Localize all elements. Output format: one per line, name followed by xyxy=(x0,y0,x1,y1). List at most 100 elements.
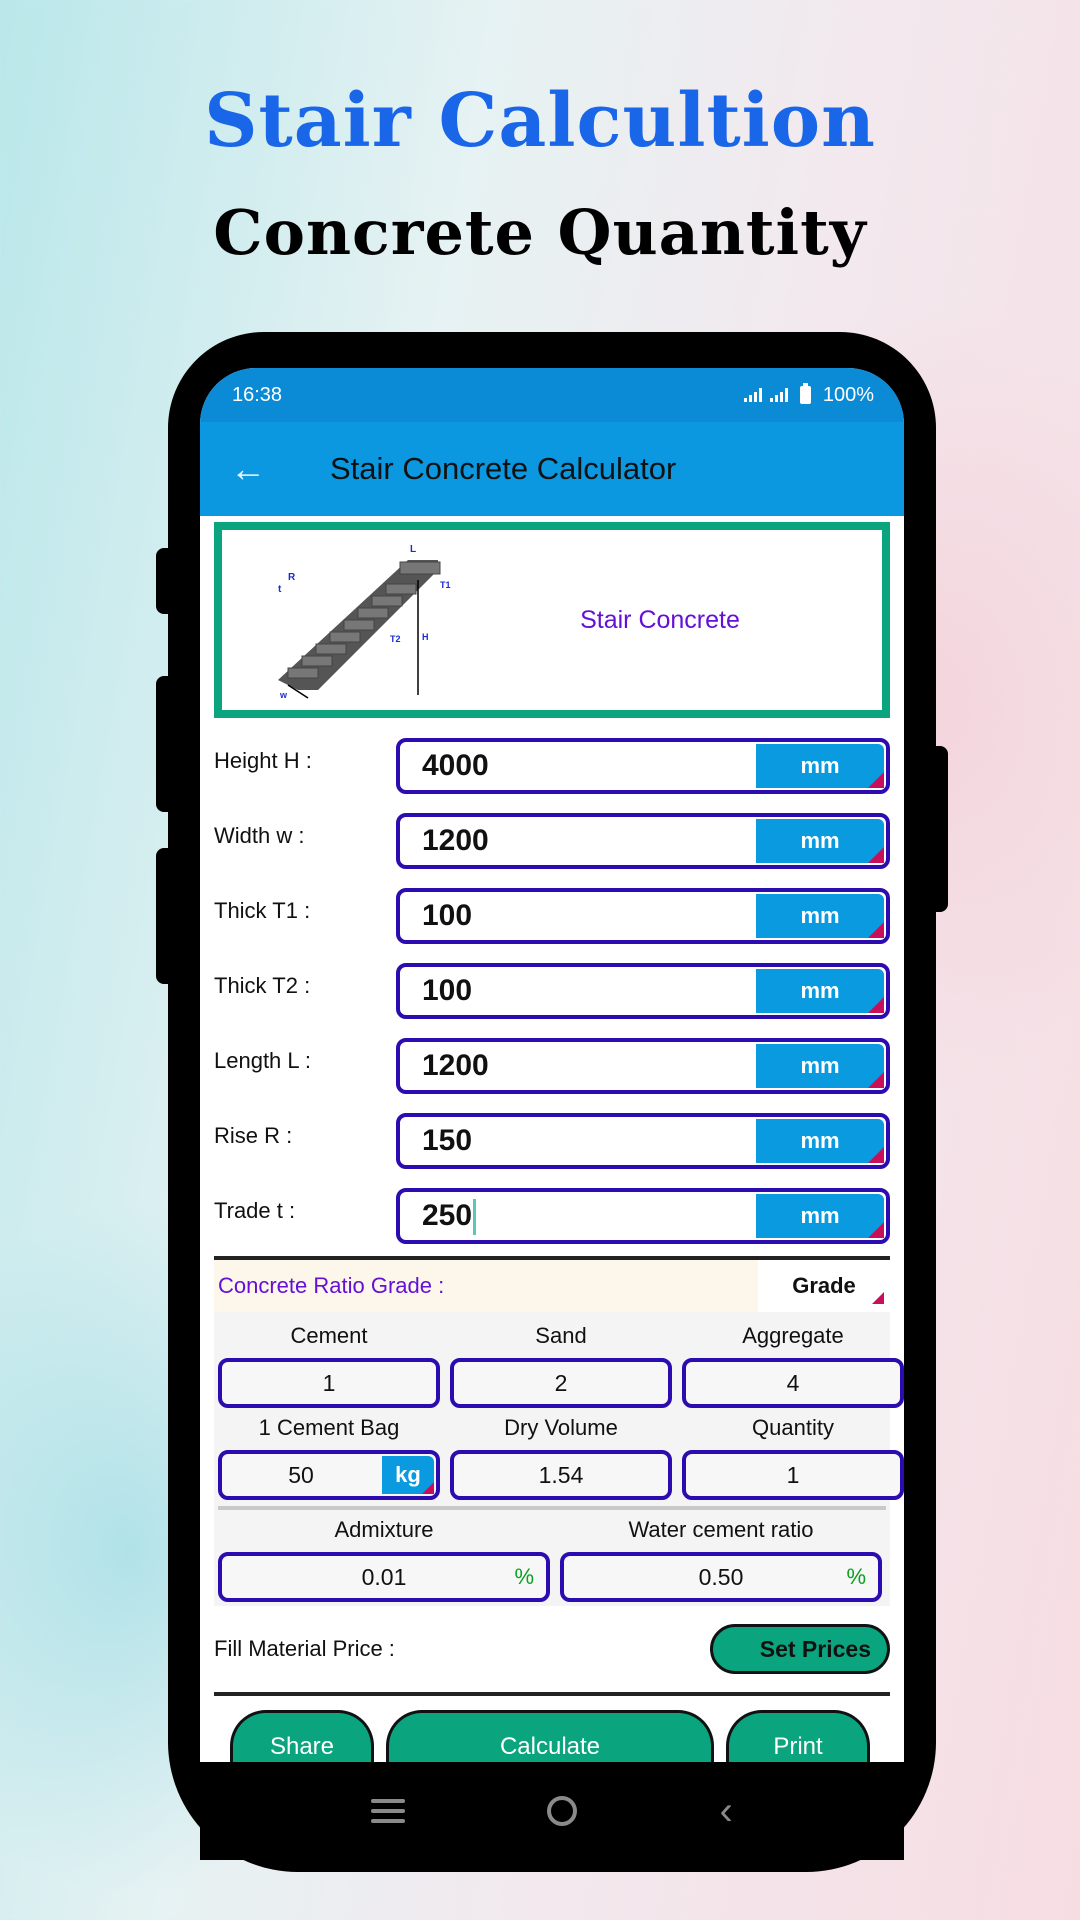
dropdown-corner-icon xyxy=(868,772,884,788)
promo-subtitle: Concrete Quantity xyxy=(213,196,867,269)
action-bar: Share Calculate Print xyxy=(214,1696,890,1762)
percent-label: % xyxy=(846,1564,866,1589)
battery-percent: 100% xyxy=(822,383,874,406)
dimension-value[interactable]: 1200 xyxy=(400,1042,756,1090)
unit-label: mm xyxy=(800,753,840,778)
dimension-value[interactable]: 100 xyxy=(400,892,756,940)
dropdown-corner-icon xyxy=(868,1222,884,1238)
unit-dropdown[interactable]: mm xyxy=(756,1194,884,1238)
svg-text:t: t xyxy=(278,584,282,595)
dimension-label: Width w : xyxy=(214,823,305,848)
unit-label: mm xyxy=(800,903,840,928)
cement-bag-input[interactable]: 50 kg xyxy=(218,1450,440,1500)
trade-value: 250 xyxy=(422,1199,473,1232)
dropdown-corner-icon xyxy=(868,922,884,938)
dropdown-corner-icon xyxy=(872,1292,884,1304)
page-title: Stair Concrete Calculator xyxy=(330,451,677,486)
rise-input[interactable]: 150 mm xyxy=(396,1113,890,1169)
admixture-input[interactable]: 0.01 % xyxy=(218,1552,550,1602)
dimension-row: Height H : 4000 mm xyxy=(214,738,890,813)
height-input[interactable]: 4000 mm xyxy=(396,738,890,794)
recent-apps-icon[interactable] xyxy=(371,1799,406,1823)
stair-banner: L R t T1 T2 H w Stair Concrete xyxy=(214,522,890,718)
home-icon[interactable] xyxy=(547,1796,578,1826)
back-arrow-icon[interactable]: ← xyxy=(230,449,270,489)
dropdown-corner-icon xyxy=(868,997,884,1013)
cement-bag-header: 1 Cement Bag xyxy=(258,1415,400,1440)
weight-unit-dropdown[interactable]: kg xyxy=(382,1456,434,1494)
dimension-label: Rise R : xyxy=(214,1123,293,1148)
dimension-label: Height H : xyxy=(214,748,312,773)
dimension-row: Thick T1 : 100 mm xyxy=(214,888,890,963)
promo-title: Stair Calcultion xyxy=(204,78,876,164)
dimension-label: Thick T1 : xyxy=(214,898,311,923)
sand-ratio-input[interactable]: 2 xyxy=(450,1358,672,1408)
grade-selected: Grade xyxy=(792,1273,856,1298)
app-bar: ← Stair Concrete Calculator xyxy=(200,422,904,516)
thick-t2-input[interactable]: 100 mm xyxy=(396,963,890,1019)
share-button[interactable]: Share xyxy=(230,1710,374,1762)
svg-text:R: R xyxy=(288,572,296,583)
quantity-input[interactable]: 1 xyxy=(682,1450,904,1500)
water-cement-header: Water cement ratio xyxy=(628,1517,814,1542)
trade-input[interactable]: 250 mm xyxy=(396,1188,890,1244)
calculate-button[interactable]: Calculate xyxy=(386,1710,714,1762)
dropdown-corner-icon xyxy=(422,1482,434,1494)
unit-dropdown[interactable]: mm xyxy=(756,894,884,938)
svg-text:T2: T2 xyxy=(390,634,401,644)
length-input[interactable]: 1200 mm xyxy=(396,1038,890,1094)
banner-label: Stair Concrete xyxy=(580,605,740,634)
admixture-header: Admixture xyxy=(334,1517,434,1542)
dimension-label: Thick T2 : xyxy=(214,973,311,998)
dimension-value[interactable]: 250 xyxy=(400,1192,756,1240)
dry-volume-input[interactable]: 1.54 xyxy=(450,1450,672,1500)
thick-t1-input[interactable]: 100 mm xyxy=(396,888,890,944)
dimension-row: Width w : 1200 mm xyxy=(214,813,890,888)
dimension-value[interactable]: 4000 xyxy=(400,742,756,790)
percent-label: % xyxy=(514,1564,534,1589)
back-chevron-icon[interactable]: ‹ xyxy=(720,1791,733,1831)
price-label: Fill Material Price : xyxy=(214,1636,395,1661)
aggregate-header: Aggregate xyxy=(742,1323,844,1348)
water-cement-value: 0.50 xyxy=(698,1563,744,1590)
unit-dropdown[interactable]: mm xyxy=(756,1119,884,1163)
price-row: Fill Material Price : Set Prices xyxy=(214,1606,890,1692)
status-icons: 100% xyxy=(743,383,874,407)
stair-diagram-icon: L R t T1 T2 H w xyxy=(278,544,451,700)
system-nav-bar: ‹ xyxy=(200,1762,904,1860)
svg-text:T1: T1 xyxy=(440,580,451,590)
text-cursor xyxy=(473,1199,477,1236)
grade-dropdown[interactable]: Grade xyxy=(758,1260,890,1312)
aggregate-ratio-input[interactable]: 4 xyxy=(682,1358,904,1408)
dimension-value[interactable]: 100 xyxy=(400,967,756,1015)
dimension-value[interactable]: 150 xyxy=(400,1117,756,1165)
unit-label: mm xyxy=(800,828,840,853)
water-cement-input[interactable]: 0.50 % xyxy=(560,1552,882,1602)
unit-dropdown[interactable]: mm xyxy=(756,969,884,1013)
grade-row: Concrete Ratio Grade : Grade xyxy=(214,1260,890,1312)
unit-label: mm xyxy=(800,978,840,1003)
status-bar: 16:38 100% xyxy=(200,368,904,422)
dimension-row: Trade t : 250 mm xyxy=(214,1188,890,1250)
print-button[interactable]: Print xyxy=(726,1710,870,1762)
admixture-value: 0.01 xyxy=(361,1563,407,1590)
dropdown-corner-icon xyxy=(868,1072,884,1088)
unit-dropdown[interactable]: mm xyxy=(756,744,884,788)
dimension-row: Rise R : 150 mm xyxy=(214,1113,890,1188)
dropdown-corner-icon xyxy=(868,1147,884,1163)
set-prices-button[interactable]: Set Prices xyxy=(710,1624,890,1674)
unit-dropdown[interactable]: mm xyxy=(756,1044,884,1088)
unit-label: mm xyxy=(800,1053,840,1078)
unit-dropdown[interactable]: mm xyxy=(756,819,884,863)
cement-bag-value: 50 xyxy=(288,1461,314,1488)
cement-ratio-input[interactable]: 1 xyxy=(218,1358,440,1408)
dropdown-corner-icon xyxy=(868,847,884,863)
cement-header: Cement xyxy=(290,1323,368,1348)
width-input[interactable]: 1200 mm xyxy=(396,813,890,869)
svg-text:w: w xyxy=(279,690,288,700)
signal-icon xyxy=(769,388,788,402)
dimension-label: Trade t : xyxy=(214,1198,296,1223)
dimension-value[interactable]: 1200 xyxy=(400,817,756,865)
water-grid: Admixture Water cement ratio 0.01 % 0.50… xyxy=(218,1510,886,1602)
form-content: L R t T1 T2 H w Stair Concrete Height H … xyxy=(200,516,904,1762)
